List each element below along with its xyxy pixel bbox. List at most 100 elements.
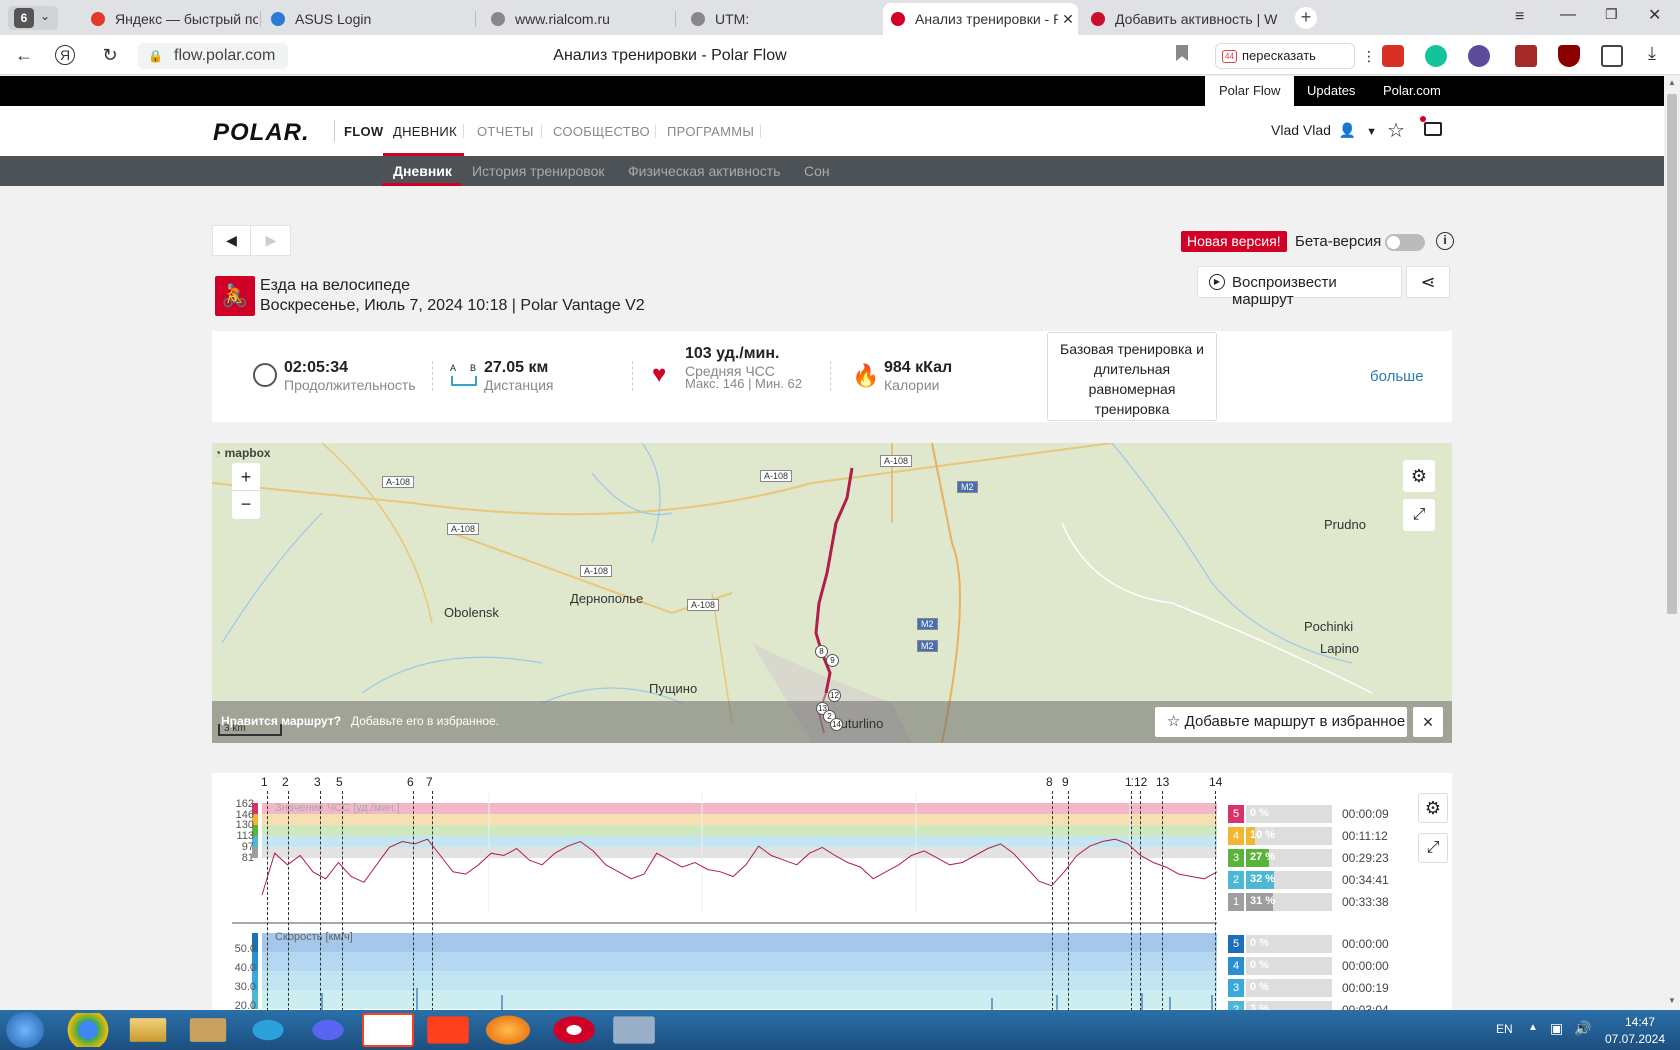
notifications-icon[interactable] <box>1420 116 1442 136</box>
taskbar-tool-icon[interactable] <box>613 1016 655 1044</box>
clock-time[interactable]: 14:47 <box>1610 1015 1670 1029</box>
taskbar-chrome-icon[interactable] <box>62 1013 114 1047</box>
map-settings-button[interactable]: ⚙ <box>1403 460 1435 492</box>
add-favorite-button[interactable]: ☆ Добавьте маршрут в избранное <box>1155 707 1407 737</box>
new-tab-button[interactable]: + <box>1295 7 1317 29</box>
language-indicator[interactable]: EN <box>1496 1022 1513 1036</box>
lap-number[interactable]: 8 <box>1045 775 1054 789</box>
taskbar-opera-icon[interactable] <box>553 1016 595 1044</box>
tab-polar-com[interactable]: Polar.com <box>1369 76 1455 106</box>
extension-link-icon[interactable] <box>1468 45 1490 67</box>
taskbar-yandex-icon[interactable] <box>427 1016 469 1044</box>
taskbar-firefox-icon[interactable] <box>485 1015 531 1045</box>
browser-tab[interactable]: ASUS Login <box>263 3 473 35</box>
lap-number[interactable]: 13 <box>1155 775 1171 789</box>
nav-reports[interactable]: ОТЧЕТЫ <box>477 124 534 139</box>
next-button[interactable]: ▶ <box>252 226 290 255</box>
extension-shield-icon[interactable] <box>1558 45 1580 67</box>
gear-icon: ⚙ <box>1410 466 1428 486</box>
taskbar-telegram-icon[interactable] <box>252 1019 284 1041</box>
scroll-down-icon[interactable]: ▼ <box>1668 996 1676 1005</box>
lap-marker[interactable]: 14 <box>830 718 843 731</box>
zoom-out-button[interactable]: − <box>232 491 260 519</box>
tab-updates[interactable]: Updates <box>1293 76 1369 106</box>
bookmark-icon[interactable] <box>1176 45 1188 61</box>
scrollbar-thumb[interactable] <box>1667 94 1677 614</box>
extension-ublock-icon[interactable] <box>1515 45 1537 67</box>
lap-number[interactable]: 7 <box>425 775 434 789</box>
close-window-icon[interactable]: ✕ <box>1648 5 1661 25</box>
user-menu[interactable]: Vlad Vlad 👤 ▼ <box>1271 122 1377 139</box>
subnav-diary[interactable]: Дневник <box>393 163 452 179</box>
zone-bar: 0 % <box>1246 935 1332 953</box>
star-icon[interactable]: ☆ <box>1387 118 1405 143</box>
browser-tab[interactable]: Добавить активность | W <box>1083 3 1278 35</box>
lap-marker[interactable]: 12 <box>828 689 841 702</box>
hr-zone-band <box>262 825 1217 836</box>
replay-route-button[interactable]: ▶ Воспроизвести маршрут <box>1197 266 1402 308</box>
yandex-icon[interactable]: Я <box>55 45 75 65</box>
lap-marker[interactable]: 9 <box>826 654 839 667</box>
browser-tab[interactable]: Анализ тренировки - P ✕ <box>883 3 1078 35</box>
map-road-label: А-108 <box>382 476 415 488</box>
lap-number[interactable]: 3 <box>313 775 322 789</box>
map-expand-button[interactable]: ⤢ <box>1403 499 1435 531</box>
volume-icon[interactable]: 🔊 <box>1574 1020 1591 1037</box>
more-link[interactable]: больше <box>1370 368 1424 385</box>
extension-puzzle-icon[interactable] <box>1601 45 1623 67</box>
new-version-badge[interactable]: Новая версия! <box>1181 231 1287 252</box>
info-icon[interactable]: i <box>1436 232 1454 250</box>
lap-number[interactable]: 6 <box>406 775 415 789</box>
clock-date[interactable]: 07.07.2024 <box>1600 1032 1670 1046</box>
close-tab-icon[interactable]: ✕ <box>1058 11 1078 28</box>
lap-number[interactable]: 9 <box>1061 775 1070 789</box>
download-icon[interactable]: ⤓ <box>1648 43 1656 64</box>
chart-expand-button[interactable]: ⤢ <box>1418 833 1448 863</box>
subnav-training-history[interactable]: История тренировок <box>472 163 604 179</box>
nav-community[interactable]: СООБЩЕСТВО <box>553 124 650 139</box>
back-icon[interactable]: ← <box>12 43 36 67</box>
taskbar-explorer-icon[interactable] <box>129 1018 167 1042</box>
zoom-in-button[interactable]: + <box>232 463 260 491</box>
retell-button[interactable]: 44 пересказать ⋮ <box>1215 43 1376 69</box>
more-vert-icon[interactable]: ⋮ <box>1362 44 1376 68</box>
menu-icon[interactable]: ≡ <box>1515 8 1524 26</box>
polar-logo[interactable]: POLAR. <box>213 119 310 147</box>
beta-toggle[interactable] <box>1385 234 1425 251</box>
network-icon[interactable]: ▣ <box>1550 1020 1563 1037</box>
route-map[interactable]: Obolensk Дернополье Пущино Buturlino Prudno P… <box>212 443 1452 743</box>
url-field[interactable]: 🔒 flow.polar.com <box>138 43 288 69</box>
subnav-sleep[interactable]: Сон <box>804 163 830 179</box>
taskbar-yandex-browser-icon[interactable] <box>362 1013 414 1047</box>
browser-tab[interactable]: Яндекс — быстрый поиск <box>83 3 258 35</box>
chart-settings-button[interactable]: ⚙ <box>1418 793 1448 823</box>
scroll-up-icon[interactable]: ▲ <box>1668 78 1676 87</box>
restore-icon[interactable]: ❐ <box>1605 6 1618 23</box>
lap-number[interactable]: 5 <box>335 775 344 789</box>
lap-number[interactable]: 1 <box>260 775 269 789</box>
page-scrollbar[interactable]: ▲ ▼ <box>1664 76 1680 1010</box>
taskbar-media-icon[interactable] <box>189 1018 227 1042</box>
minimize-icon[interactable]: — <box>1560 6 1576 24</box>
tab-counter[interactable]: 6 ⌄ <box>8 6 58 30</box>
lap-number[interactable]: 12 <box>1133 775 1149 789</box>
tray-arrow-icon[interactable]: ▲ <box>1528 1022 1538 1033</box>
start-button[interactable] <box>6 1012 44 1048</box>
browser-tab[interactable]: www.rialcom.ru <box>483 3 673 35</box>
reload-icon[interactable]: ↻ <box>98 43 122 67</box>
nav-programs[interactable]: ПРОГРАММЫ <box>667 124 754 139</box>
lap-number[interactable]: 14 <box>1208 775 1224 789</box>
lap-number[interactable]: 2 <box>281 775 290 789</box>
prev-button[interactable]: ◀ <box>213 226 251 255</box>
close-banner-button[interactable]: × <box>1413 707 1443 737</box>
mapbox-logo[interactable]: ◔ mapbox <box>214 446 271 460</box>
extension-gift-icon[interactable] <box>1382 45 1404 67</box>
nav-diary[interactable]: ДНЕВНИК <box>393 124 457 139</box>
divider <box>632 361 633 391</box>
share-button[interactable]: ⋖ <box>1406 266 1450 298</box>
taskbar-discord-icon[interactable] <box>312 1019 344 1041</box>
tab-polar-flow[interactable]: Polar Flow <box>1205 76 1295 106</box>
extension-grammarly-icon[interactable] <box>1425 45 1447 67</box>
browser-tab[interactable]: UTM: <box>683 3 873 35</box>
subnav-activity[interactable]: Физическая активность <box>628 163 780 179</box>
